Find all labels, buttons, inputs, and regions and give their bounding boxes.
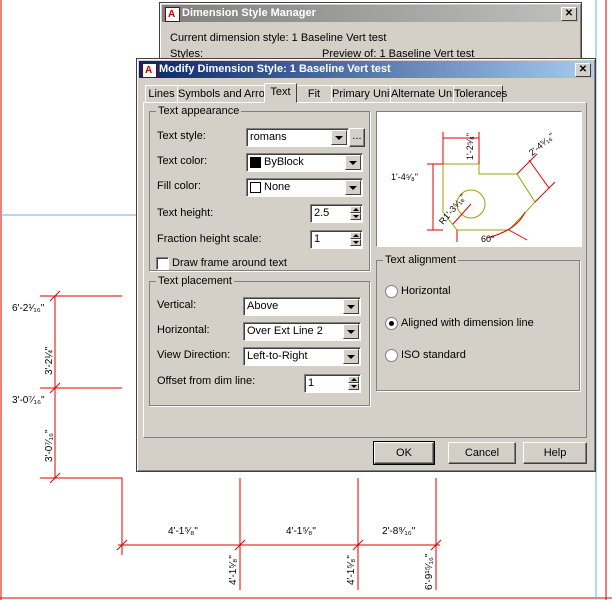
offset-stepper[interactable]: 1: [304, 374, 361, 393]
tab-fit[interactable]: Fit: [296, 85, 332, 103]
tab-text[interactable]: Text: [264, 83, 297, 103]
text-appearance-group: Text appearance Text style: romans ... T…: [149, 105, 370, 271]
offset-value: 1: [308, 377, 315, 389]
dim-text: 3'-0⁷⁄₁₆": [12, 395, 45, 406]
tab-tolerances[interactable]: Tolerances: [453, 85, 507, 103]
offset-label: Offset from dim line:: [157, 375, 256, 387]
text-alignment-group: Text alignment Horizontal Aligned with d…: [376, 254, 580, 391]
horizontal-option-label: Horizontal: [401, 285, 451, 297]
group-title: Text placement: [156, 275, 234, 287]
manager-titlebar: Dimension Style Manager ✕: [162, 5, 579, 23]
tab-lines[interactable]: Lines: [145, 85, 178, 103]
fill-color-label: Fill color:: [157, 180, 202, 192]
dim-text: 2'-8⁹⁄₁₆": [382, 526, 416, 537]
draw-frame-label: Draw frame around text: [172, 257, 287, 269]
dim-text: 4'-1⁵⁄₈": [228, 555, 239, 585]
spin-down-icon[interactable]: [350, 213, 361, 220]
tab-alternate-units[interactable]: Alternate Units: [390, 85, 463, 103]
modify-dimension-style-dialog: Modify Dimension Style: 1 Baseline Vert …: [136, 58, 596, 472]
chevron-down-icon[interactable]: [331, 130, 347, 145]
iso-standard-radio[interactable]: [385, 349, 398, 362]
dialog-titlebar: Modify Dimension Style: 1 Baseline Vert …: [139, 61, 593, 79]
preview-area: 1'-2⁵⁄₈" 1'-4⁵⁄₈" 2'-4⁵⁄₁₆" R1'-3⁵⁄₁₆" 6…: [376, 111, 582, 247]
text-height-stepper[interactable]: 2.5: [310, 204, 363, 223]
group-title: Text appearance: [156, 105, 242, 117]
draw-frame-checkbox[interactable]: [156, 257, 169, 270]
text-style-value: romans: [250, 131, 287, 143]
text-style-ellipsis-button[interactable]: ...: [349, 128, 365, 147]
dim-text: 4'-1⁵⁄₈": [168, 526, 198, 537]
group-title: Text alignment: [383, 254, 458, 266]
horizontal-select[interactable]: Over Ext Line 2: [243, 322, 361, 341]
preview-dim-top: 1'-2⁵⁄₈": [465, 133, 475, 160]
autocad-icon: [142, 62, 157, 79]
vertical-select[interactable]: Above: [243, 297, 361, 316]
help-button[interactable]: Help: [523, 442, 587, 464]
view-direction-label: View Direction:: [157, 349, 231, 361]
chevron-down-icon[interactable]: [345, 155, 361, 170]
fraction-height-scale-label: Fraction height scale:: [157, 233, 262, 245]
dim-text: 4'-1⁵⁄₈": [346, 555, 357, 585]
chevron-down-icon[interactable]: [343, 349, 359, 364]
text-color-select[interactable]: ByBlock: [246, 153, 363, 172]
text-height-value: 2.5: [314, 207, 330, 219]
color-swatch: [250, 182, 261, 193]
aligned-radio[interactable]: [385, 317, 398, 330]
spin-down-icon[interactable]: [348, 383, 359, 390]
view-direction-select[interactable]: Left-to-Right: [243, 347, 361, 366]
text-height-label: Text height:: [157, 207, 214, 219]
spin-up-icon[interactable]: [350, 206, 361, 213]
vertical-label: Vertical:: [157, 299, 197, 311]
fraction-height-scale-stepper[interactable]: 1: [310, 230, 363, 249]
aligned-option-label: Aligned with dimension line: [401, 317, 534, 329]
dim-text: 6'-9¹⁵⁄₁₆": [424, 553, 435, 590]
text-color-value: ByBlock: [264, 156, 304, 168]
tab-panel: Text appearance Text style: romans ... T…: [143, 102, 587, 438]
ok-button[interactable]: OK: [373, 441, 435, 465]
tab-symbols-and-arrows[interactable]: Symbols and Arrows: [177, 85, 278, 103]
spin-up-icon[interactable]: [348, 376, 359, 383]
cancel-button[interactable]: Cancel: [448, 442, 516, 464]
preview-dim-left: 1'-4⁵⁄₈": [391, 172, 418, 182]
view-direction-value: Left-to-Right: [247, 350, 308, 362]
color-swatch: [250, 157, 261, 168]
close-icon[interactable]: ✕: [575, 63, 591, 77]
spin-up-icon[interactable]: [350, 232, 361, 239]
horizontal-radio[interactable]: [385, 285, 398, 298]
dim-text: 4'-1⁵⁄₈": [286, 526, 316, 537]
dim-text: 3'-0⁷⁄₁₆": [44, 429, 55, 462]
close-icon[interactable]: ✕: [561, 7, 577, 21]
text-color-label: Text color:: [157, 155, 208, 167]
vertical-value: Above: [247, 300, 279, 312]
dialog-title: Modify Dimension Style: 1 Baseline Vert …: [159, 63, 391, 75]
dim-text: 3'-2¼": [44, 346, 55, 375]
manager-title: Dimension Style Manager: [182, 7, 316, 19]
chevron-down-icon[interactable]: [343, 324, 359, 339]
spin-down-icon[interactable]: [350, 239, 361, 246]
dim-text: 6'-2¹⁄₁₆": [12, 303, 45, 314]
horizontal-value: Over Ext Line 2: [247, 325, 323, 337]
fill-color-value: None: [264, 181, 291, 193]
text-style-label: Text style:: [157, 130, 206, 142]
text-placement-group: Text placement Vertical: Above Horizonta…: [149, 275, 370, 406]
preview-dim-angle: 60°: [481, 234, 495, 244]
chevron-down-icon[interactable]: [343, 299, 359, 314]
text-style-select[interactable]: romans: [246, 128, 349, 147]
horizontal-label: Horizontal:: [157, 324, 210, 336]
autocad-icon: [165, 6, 180, 23]
fraction-height-scale-value: 1: [314, 233, 321, 245]
fill-color-select[interactable]: None: [246, 178, 363, 197]
tab-primary-units[interactable]: Primary Units: [331, 85, 398, 103]
chevron-down-icon[interactable]: [345, 180, 361, 195]
current-style-label: Current dimension style: 1 Baseline Vert…: [170, 32, 387, 44]
iso-option-label: ISO standard: [401, 349, 466, 361]
